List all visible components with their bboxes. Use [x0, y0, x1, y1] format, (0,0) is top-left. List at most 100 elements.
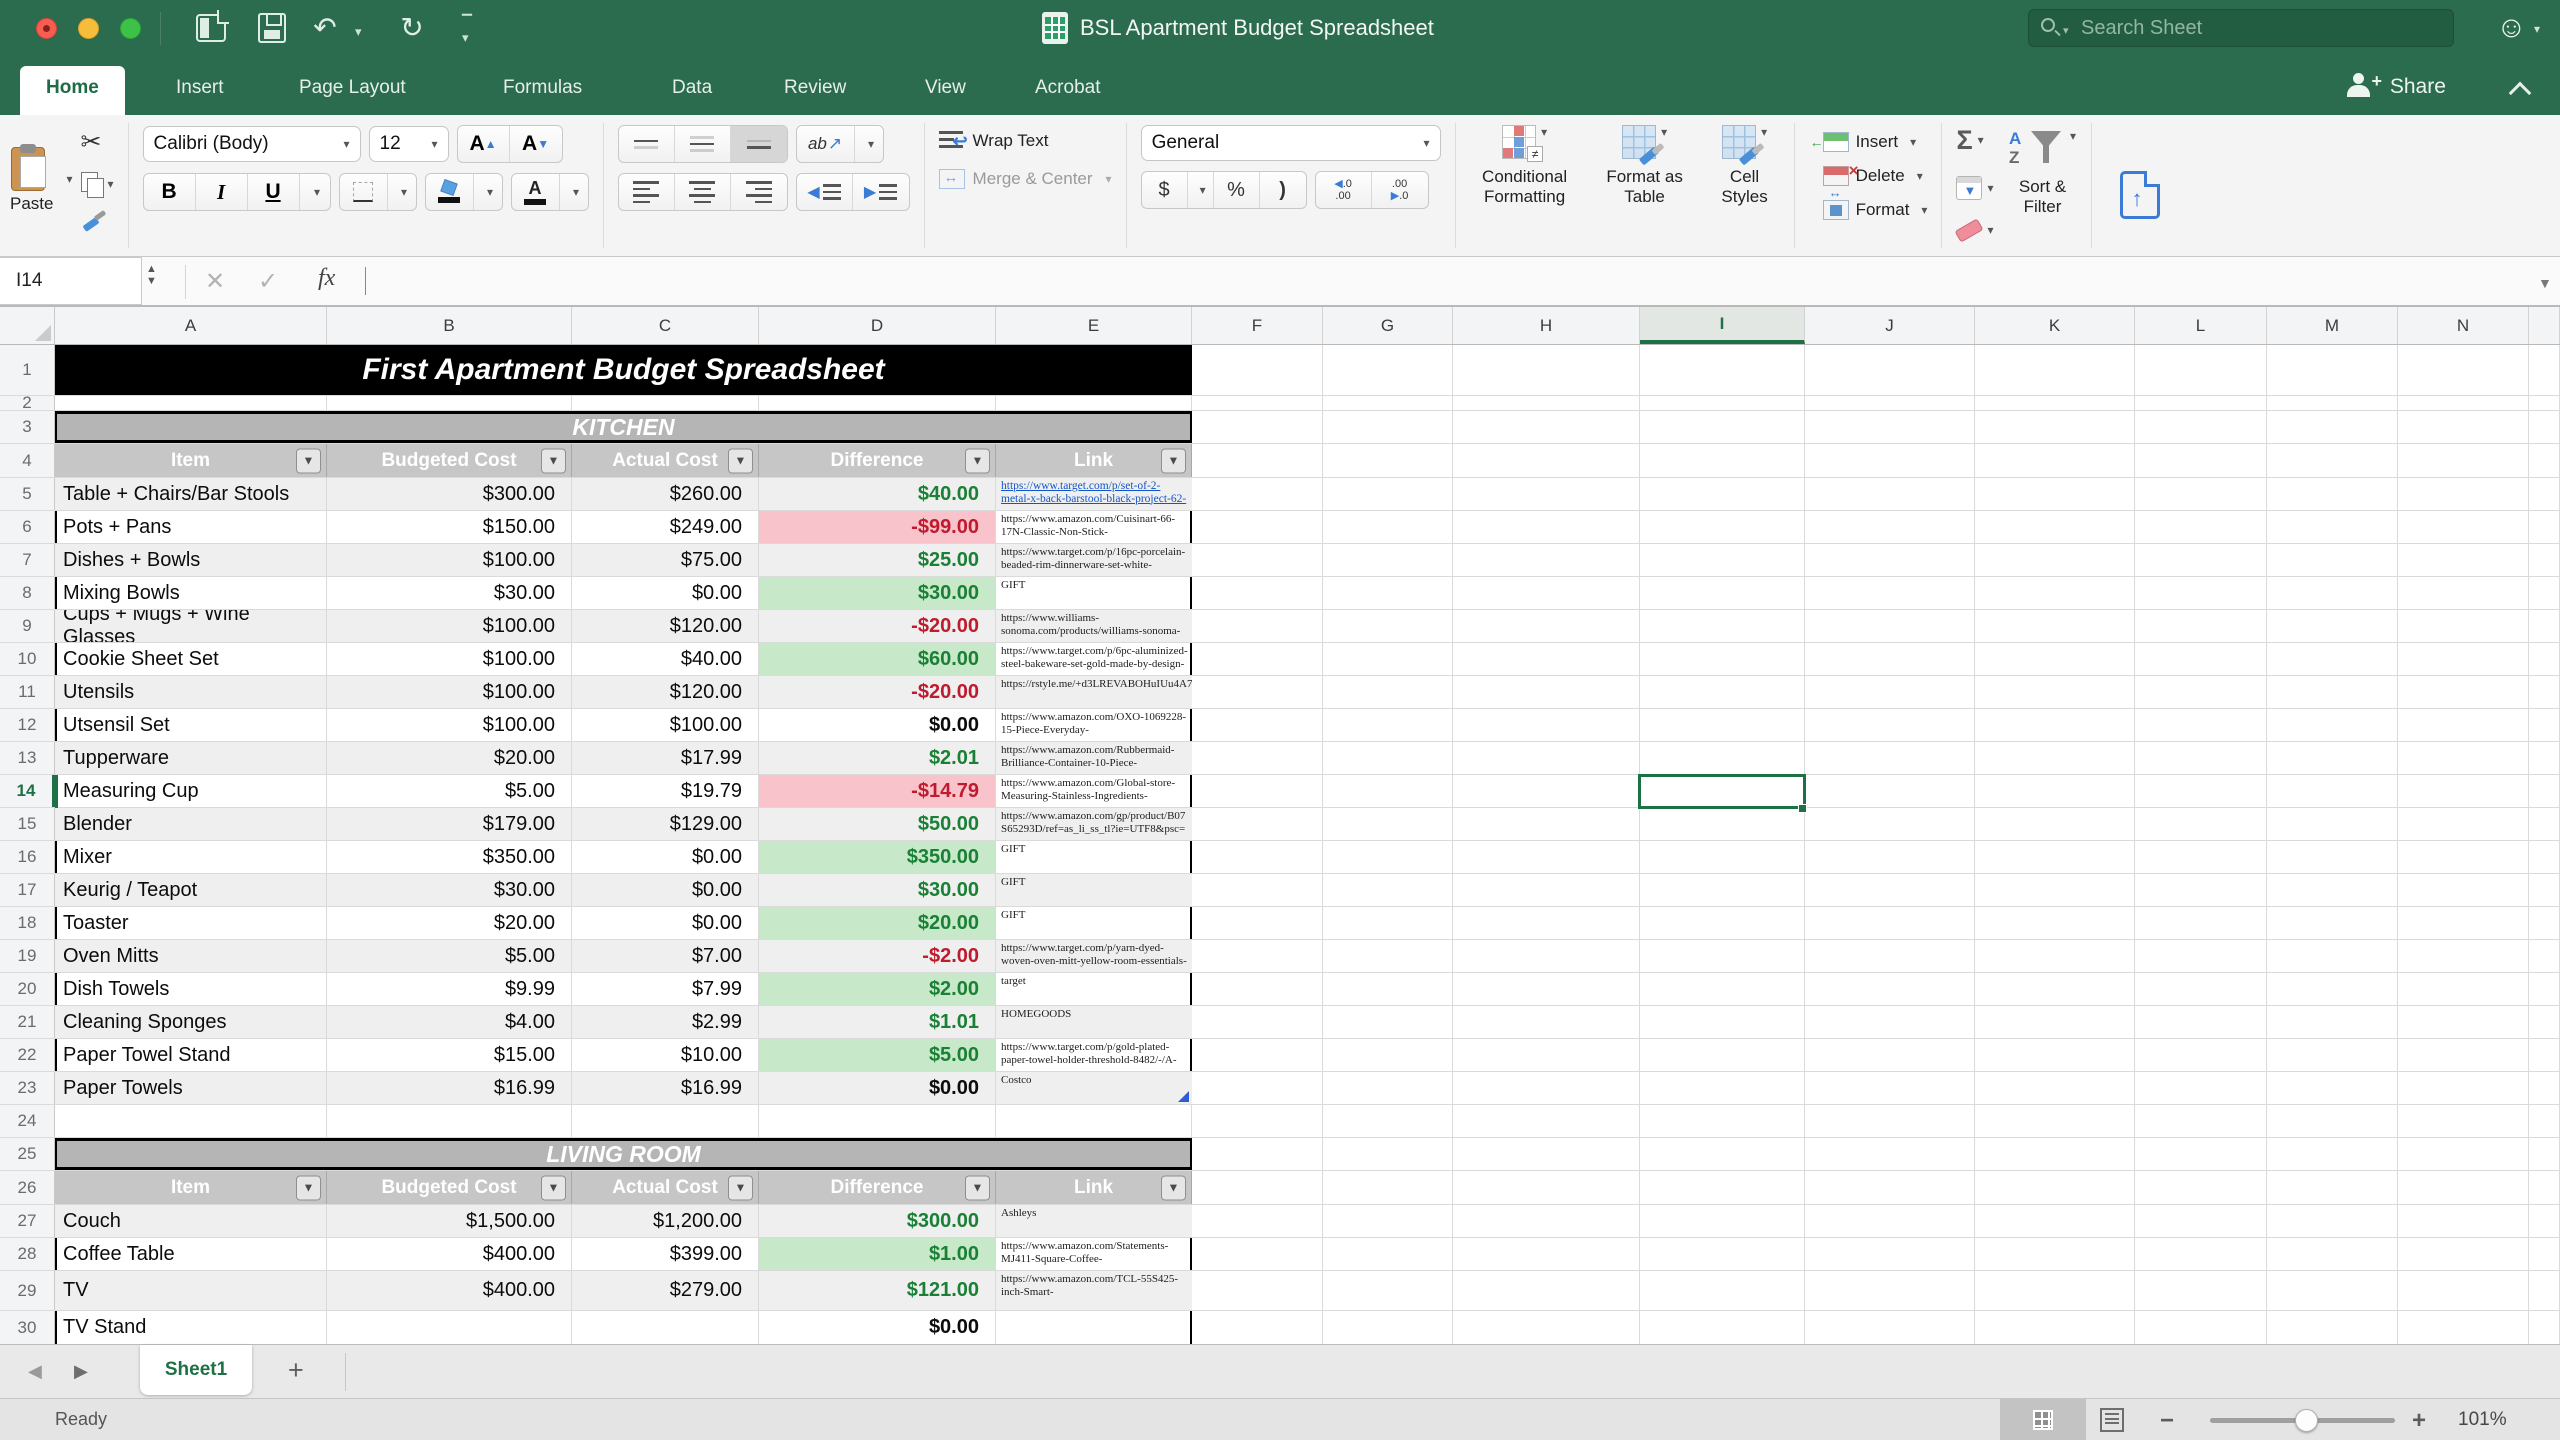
- filter-dropdown-icon[interactable]: ▼: [541, 1175, 566, 1200]
- cell[interactable]: [1975, 1171, 2135, 1204]
- column-header-B[interactable]: B: [327, 307, 572, 344]
- section-banner-living-room[interactable]: LIVING ROOM: [55, 1138, 1192, 1170]
- filter-dropdown-icon[interactable]: ▼: [965, 448, 990, 473]
- fill-down-icon[interactable]: [1956, 176, 1982, 200]
- cell-link-E17[interactable]: GIFT: [996, 874, 1192, 906]
- decrease-decimal-button[interactable]: ◀.0.00: [1316, 172, 1372, 208]
- cell[interactable]: [1323, 1311, 1453, 1344]
- cell[interactable]: [2267, 1072, 2398, 1104]
- cell[interactable]: [1192, 1138, 1323, 1170]
- cell[interactable]: [2267, 478, 2398, 510]
- row-header-16[interactable]: 16: [0, 841, 55, 873]
- cell[interactable]: [2135, 841, 2267, 873]
- cell[interactable]: [1805, 742, 1975, 774]
- cell[interactable]: [2135, 1105, 2267, 1137]
- cell-item-A15[interactable]: Blender: [55, 808, 327, 840]
- cell-link-E23[interactable]: Costco: [996, 1072, 1192, 1104]
- zoom-slider[interactable]: [2210, 1418, 2395, 1423]
- cell-difference-D29[interactable]: $121.00: [759, 1271, 996, 1310]
- feedback-caret-icon[interactable]: ▾: [2534, 22, 2540, 36]
- cell[interactable]: [2267, 1205, 2398, 1237]
- fullscreen-window-button[interactable]: [120, 18, 141, 39]
- cell[interactable]: [1640, 411, 1805, 443]
- cell-item-A21[interactable]: Cleaning Sponges: [55, 1006, 327, 1038]
- cell[interactable]: [1323, 1006, 1453, 1038]
- cell-link-E22[interactable]: https://www.target.com/p/gold-plated-pap…: [996, 1039, 1192, 1071]
- decrease-indent-button[interactable]: ◀: [797, 174, 853, 210]
- merge-center-button[interactable]: Merge & Center: [973, 169, 1093, 189]
- cell[interactable]: [2398, 1271, 2529, 1310]
- cell-difference-D6[interactable]: -$99.00: [759, 511, 996, 543]
- cell-difference-D19[interactable]: -$2.00: [759, 940, 996, 972]
- align-right-button[interactable]: [731, 174, 787, 210]
- column-header-L[interactable]: L: [2135, 307, 2267, 344]
- cell[interactable]: [1192, 577, 1323, 609]
- zoom-in-button[interactable]: +: [2412, 1407, 2426, 1435]
- cell[interactable]: [2398, 808, 2529, 840]
- close-window-button[interactable]: [36, 18, 57, 39]
- cell-link-E7[interactable]: https://www.target.com/p/16pc-porcelain-…: [996, 544, 1192, 576]
- cell[interactable]: [1453, 1072, 1640, 1104]
- cell[interactable]: [1323, 511, 1453, 543]
- cell-actual-C11[interactable]: $120.00: [572, 676, 759, 708]
- cell[interactable]: [2135, 1171, 2267, 1204]
- share-button[interactable]: + Share: [2346, 73, 2446, 99]
- cell[interactable]: [1453, 874, 1640, 906]
- cell-item-A16[interactable]: Mixer: [55, 841, 327, 873]
- cell-item-A6[interactable]: Pots + Pans: [55, 511, 327, 543]
- cell[interactable]: [2135, 1271, 2267, 1310]
- undo-icon[interactable]: ↶: [305, 12, 345, 44]
- redo-icon[interactable]: ↻: [392, 12, 432, 44]
- cell[interactable]: [1975, 478, 2135, 510]
- cell[interactable]: [2135, 907, 2267, 939]
- cut-icon[interactable]: ✂: [81, 127, 114, 157]
- clear-caret-icon[interactable]: ▾: [1987, 223, 1993, 237]
- decrease-font-button[interactable]: A▼: [510, 126, 562, 162]
- borders-caret-icon[interactable]: ▾: [388, 174, 416, 210]
- cell[interactable]: [1975, 1271, 2135, 1310]
- cell-item-A23[interactable]: Paper Towels: [55, 1072, 327, 1104]
- bold-button[interactable]: B: [144, 174, 196, 210]
- cell[interactable]: [1640, 610, 1805, 642]
- cell[interactable]: [2267, 1138, 2398, 1170]
- cell[interactable]: [2135, 577, 2267, 609]
- cell-budgeted-B29[interactable]: $400.00: [327, 1271, 572, 1310]
- cell[interactable]: [2267, 1311, 2398, 1344]
- cell[interactable]: [2135, 940, 2267, 972]
- cell[interactable]: [2135, 1072, 2267, 1104]
- cell-link-E20[interactable]: target: [996, 973, 1192, 1005]
- cell[interactable]: [1975, 511, 2135, 543]
- cell[interactable]: [1192, 396, 1323, 410]
- search-caret-icon[interactable]: ▾: [2063, 24, 2069, 37]
- cell-item-A13[interactable]: Tupperware: [55, 742, 327, 774]
- cell[interactable]: [1975, 874, 2135, 906]
- cell[interactable]: [1192, 874, 1323, 906]
- format-painter-icon[interactable]: [81, 211, 105, 233]
- cell[interactable]: [1975, 676, 2135, 708]
- currency-button[interactable]: $: [1142, 172, 1188, 208]
- cell-actual-C19[interactable]: $7.00: [572, 940, 759, 972]
- cell[interactable]: [2398, 775, 2529, 807]
- cell[interactable]: [1323, 775, 1453, 807]
- cell[interactable]: [2267, 511, 2398, 543]
- cell[interactable]: [55, 1105, 327, 1137]
- ribbon-tab-formulas[interactable]: Formulas: [501, 71, 584, 105]
- cell[interactable]: [1975, 841, 2135, 873]
- cell-budgeted-B16[interactable]: $350.00: [327, 841, 572, 873]
- cell-actual-C14[interactable]: $19.79: [572, 775, 759, 807]
- cell[interactable]: [1453, 444, 1640, 477]
- cell[interactable]: [1805, 345, 1975, 395]
- cell[interactable]: [1640, 1138, 1805, 1170]
- cell-item-A27[interactable]: Couch: [55, 1205, 327, 1237]
- cell-link-E21[interactable]: HOMEGOODS: [996, 1006, 1192, 1038]
- row-header-9[interactable]: 9: [0, 610, 55, 642]
- cell-difference-D13[interactable]: $2.01: [759, 742, 996, 774]
- cell[interactable]: [2398, 643, 2529, 675]
- cell[interactable]: [1805, 907, 1975, 939]
- cell[interactable]: [1805, 396, 1975, 410]
- cell[interactable]: [1323, 709, 1453, 741]
- cell[interactable]: [1975, 411, 2135, 443]
- cell[interactable]: [1192, 643, 1323, 675]
- cell[interactable]: [2267, 1105, 2398, 1137]
- cell[interactable]: [1805, 1171, 1975, 1204]
